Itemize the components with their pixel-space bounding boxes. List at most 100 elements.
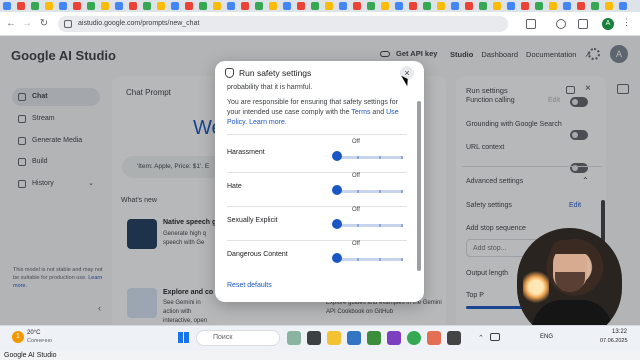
sexually-explicit-slider-thumb[interactable] [332,219,342,229]
tray-chevron-icon[interactable]: ⌃ [478,334,484,342]
task-view-icon[interactable] [307,331,321,345]
chrome-icon[interactable] [407,331,421,345]
tab-favicon-icon[interactable] [535,2,543,10]
tab-favicon-icon[interactable] [479,2,487,10]
tab-favicon-icon[interactable] [59,2,67,10]
tab-favicon-icon[interactable] [87,2,95,10]
harassment-slider[interactable] [334,156,402,159]
tab-favicon-icon[interactable] [297,2,305,10]
tab-favicon-icon[interactable] [619,2,627,10]
url-text: aistudio.google.com/prompts/new_chat [78,20,200,27]
tab-favicon-icon[interactable] [367,2,375,10]
slider-tick [379,156,381,159]
tab-favicon-icon[interactable] [325,2,333,10]
tab-favicon-icon[interactable] [465,2,473,10]
tab-favicon-icon[interactable] [185,2,193,10]
dangerous-content-setting: Dangerous Content Off [227,241,407,275]
tab-favicon-icon[interactable] [17,2,25,10]
tab-favicon-icon[interactable] [73,2,81,10]
keyboard-language[interactable]: ENG [540,334,553,340]
harassment-slider-thumb[interactable] [332,151,342,161]
tab-favicon-icon[interactable] [45,2,53,10]
hate-setting: Hate Off [227,173,407,207]
tab-favicon-icon[interactable] [227,2,235,10]
tab-favicon-icon[interactable] [423,2,431,10]
reset-defaults-link[interactable]: Reset defaults [227,282,272,289]
tab-favicon-icon[interactable] [3,2,11,10]
responsibility-text: You are responsible for ensuring that sa… [227,98,405,128]
tray-icon[interactable] [490,333,500,341]
sexually-explicit-slider[interactable] [334,224,402,227]
slider-tick [357,224,359,227]
tab-favicon-icon[interactable] [605,2,613,10]
terms-link[interactable]: Terms [351,109,370,116]
tab-favicon-icon[interactable] [143,2,151,10]
intro-tail-text: probability that it is harmful. [227,84,313,91]
hate-slider[interactable] [334,190,402,193]
tab-favicon-icon[interactable] [493,2,501,10]
address-bar[interactable]: aistudio.google.com/prompts/new_chat [58,16,508,32]
tab-favicon-icon[interactable] [577,2,585,10]
dialog-scrollbar[interactable] [417,101,421,271]
tab-favicon-icon[interactable] [409,2,417,10]
tab-favicon-icon[interactable] [563,2,571,10]
profile-avatar[interactable]: A [602,18,614,30]
dangerous-content-slider-thumb[interactable] [332,253,342,263]
app-icon[interactable] [367,331,381,345]
reload-icon[interactable]: ↻ [37,17,51,31]
forward-icon[interactable]: → [20,17,34,31]
cast-icon[interactable] [526,19,536,29]
tab-favicon-icon[interactable] [549,2,557,10]
file-explorer-icon[interactable] [327,331,341,345]
divider [227,134,407,135]
weather-icon[interactable]: 1 [12,331,24,343]
webcam-overlay [517,228,622,340]
tab-favicon-icon[interactable] [521,2,529,10]
clock-date[interactable]: 07.06.2025 [600,338,628,344]
dangerous-content-slider[interactable] [334,258,402,261]
tab-favicon-icon[interactable] [353,2,361,10]
taskbar-apps [287,331,461,345]
tab-favicon-icon[interactable] [31,2,39,10]
tab-favicon-icon[interactable] [255,2,263,10]
learn-more-link[interactable]: Learn more. [249,119,287,126]
app-icon[interactable] [387,331,401,345]
tab-favicon-icon[interactable] [437,2,445,10]
back-icon[interactable]: ← [4,17,18,31]
app-icon[interactable] [287,331,301,345]
windows-start-icon[interactable] [178,332,189,343]
tab-favicon-icon[interactable] [591,2,599,10]
tab-favicon-icon[interactable] [395,2,403,10]
site-info-icon[interactable] [64,20,72,28]
tab-favicon-icon[interactable] [115,2,123,10]
tab-favicon-icon[interactable] [283,2,291,10]
weather-temp[interactable]: 20°C [27,330,40,336]
taskbar-search-box[interactable]: Поиск [196,330,280,346]
tab-favicon-icon[interactable] [171,2,179,10]
slider-tick [401,156,403,159]
tab-favicon-icon[interactable] [381,2,389,10]
tab-favicon-icon[interactable] [507,2,515,10]
slider-tick [379,258,381,261]
tab-favicon-icon[interactable] [157,2,165,10]
tab-favicon-icon[interactable] [451,2,459,10]
app-icon[interactable] [447,331,461,345]
tab-favicon-icon[interactable] [101,2,109,10]
bookmark-star-icon[interactable] [556,19,566,29]
tab-favicon-icon[interactable] [311,2,319,10]
harassment-label: Harassment [227,149,265,156]
edge-icon[interactable] [347,331,361,345]
tab-favicon-icon[interactable] [339,2,347,10]
tab-favicon-icon[interactable] [199,2,207,10]
shield-icon [225,68,234,78]
extensions-icon[interactable] [578,19,588,29]
clock-time[interactable]: 13:22 [612,329,627,335]
app-icon[interactable] [427,331,441,345]
tab-favicon-icon[interactable] [129,2,137,10]
tab-favicon-icon[interactable] [269,2,277,10]
tab-favicon-icon[interactable] [241,2,249,10]
hate-slider-thumb[interactable] [332,185,342,195]
browser-menu-icon[interactable]: ⋮ [622,17,631,28]
weather-text[interactable]: Солнечно [27,338,52,344]
tab-favicon-icon[interactable] [213,2,221,10]
